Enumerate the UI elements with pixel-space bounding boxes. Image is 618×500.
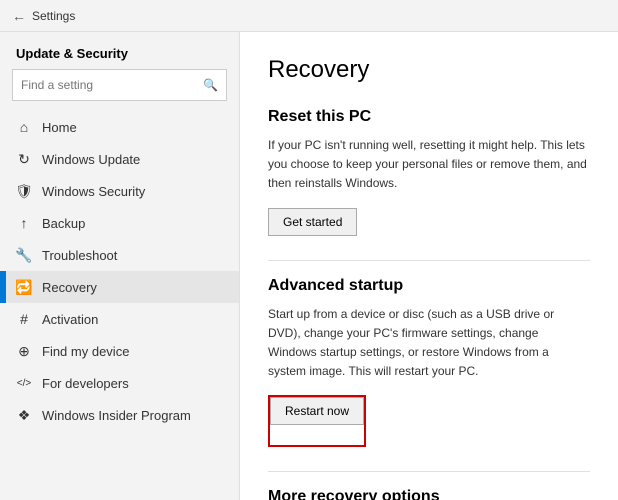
developers-icon: </> [16, 375, 32, 391]
back-button[interactable]: ← Settings [12, 8, 75, 24]
activation-icon: # [16, 311, 32, 327]
more-recovery-section: More recovery options Learn how to start… [268, 488, 590, 500]
reset-section-title: Reset this PC [268, 108, 590, 126]
sidebar-item-label: Find my device [42, 344, 129, 359]
sidebar-item-label: Activation [42, 312, 98, 327]
back-arrow-icon: ← [12, 8, 26, 24]
section-divider-2 [268, 471, 590, 472]
reset-section-description: If your PC isn't running well, resetting… [268, 136, 590, 194]
sidebar-section-title: Update & Security [0, 32, 239, 69]
advanced-section-title: Advanced startup [268, 277, 590, 295]
find-device-icon: ⊕ [16, 343, 32, 359]
sidebar-nav-item-find-my-device[interactable]: ⊕ Find my device [0, 335, 239, 367]
sidebar-nav-item-windows-insider[interactable]: ❖ Windows Insider Program [0, 399, 239, 431]
restart-highlight-box: Restart now [268, 395, 366, 447]
sidebar-nav-item-windows-security[interactable]: 🛡 Windows Security [0, 175, 239, 207]
advanced-startup-section: Advanced startup Start up from a device … [268, 277, 590, 468]
sidebar-item-label: Troubleshoot [42, 248, 117, 263]
sidebar-item-label: Home [42, 120, 77, 135]
sidebar-nav-item-windows-update[interactable]: ↻ Windows Update [0, 143, 239, 175]
top-bar: ← Settings [0, 0, 618, 32]
content-area: Recovery Reset this PC If your PC isn't … [240, 32, 618, 500]
search-icon: 🔍 [203, 78, 218, 92]
search-box[interactable]: 🔍 [12, 69, 227, 101]
security-icon: 🛡 [16, 183, 32, 199]
sidebar-nav-item-recovery[interactable]: 🔁 Recovery [0, 271, 239, 303]
section-divider [268, 260, 590, 261]
sidebar-item-label: For developers [42, 376, 129, 391]
sidebar-item-label: Recovery [42, 280, 97, 295]
top-bar-title: Settings [32, 9, 75, 23]
sidebar-item-label: Windows Security [42, 184, 145, 199]
sidebar: Update & Security 🔍 ⌂ Home ↻ Windows Upd… [0, 32, 240, 500]
sidebar-nav-item-backup[interactable]: ↑ Backup [0, 207, 239, 239]
troubleshoot-icon: 🔧 [16, 247, 32, 263]
update-icon: ↻ [16, 151, 32, 167]
advanced-section-description: Start up from a device or disc (such as … [268, 305, 590, 382]
sidebar-item-label: Windows Update [42, 152, 140, 167]
main-layout: Update & Security 🔍 ⌂ Home ↻ Windows Upd… [0, 32, 618, 500]
more-section-title: More recovery options [268, 488, 590, 500]
reset-section: Reset this PC If your PC isn't running w… [268, 108, 590, 256]
sidebar-nav-item-for-developers[interactable]: </> For developers [0, 367, 239, 399]
sidebar-item-label: Backup [42, 216, 85, 231]
recovery-icon: 🔁 [16, 279, 32, 295]
get-started-button[interactable]: Get started [268, 208, 357, 236]
home-icon: ⌂ [16, 119, 32, 135]
sidebar-item-label: Windows Insider Program [42, 408, 191, 423]
sidebar-nav-item-troubleshoot[interactable]: 🔧 Troubleshoot [0, 239, 239, 271]
backup-icon: ↑ [16, 215, 32, 231]
page-title: Recovery [268, 56, 590, 84]
search-input[interactable] [21, 78, 203, 92]
sidebar-nav-item-home[interactable]: ⌂ Home [0, 111, 239, 143]
sidebar-nav-item-activation[interactable]: # Activation [0, 303, 239, 335]
restart-now-button[interactable]: Restart now [270, 397, 364, 425]
insider-icon: ❖ [16, 407, 32, 423]
